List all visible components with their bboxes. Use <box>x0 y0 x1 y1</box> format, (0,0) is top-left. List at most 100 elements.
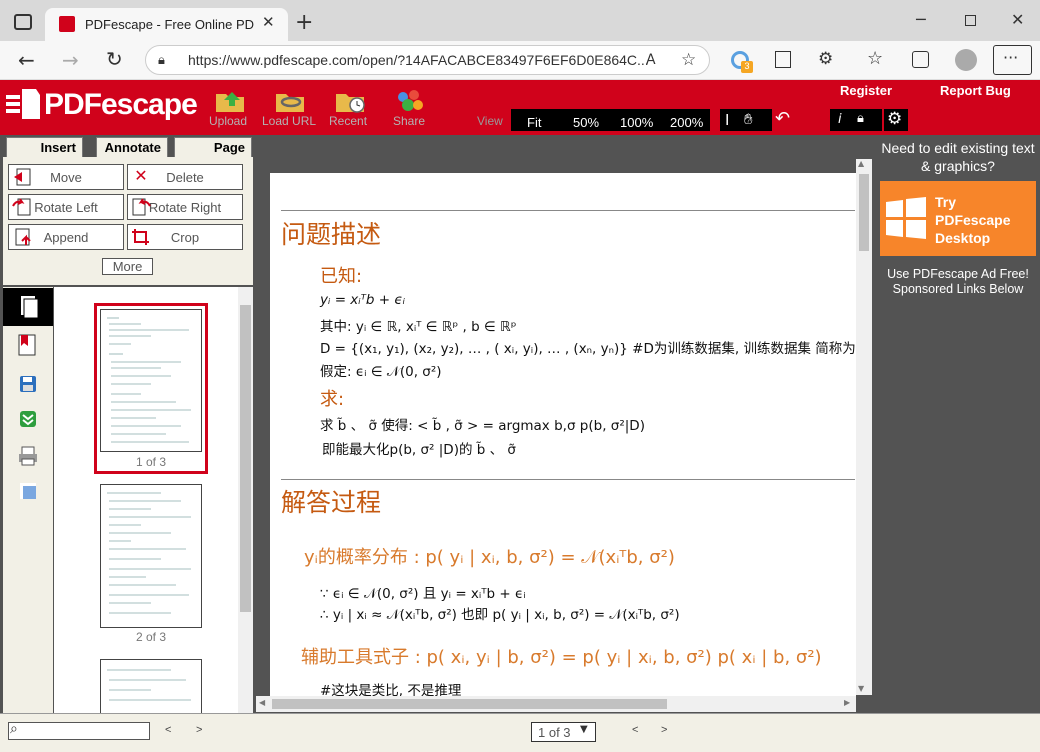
heading-seek: 求: <box>320 389 345 410</box>
search-icon: ⌕ <box>10 721 18 737</box>
recent-icon[interactable] <box>334 88 368 114</box>
equation-1: yᵢ = xᵢᵀb + ϵᵢ <box>320 292 406 308</box>
scroll-up-icon[interactable]: ▲ <box>858 159 864 168</box>
try-desktop-button[interactable]: Try PDFescape Desktop <box>880 181 1036 256</box>
back-icon[interactable]: ← <box>18 48 35 72</box>
settings-gear-icon[interactable]: ⚙ <box>887 109 902 129</box>
hand-icon[interactable]: ✋︎ <box>744 110 753 128</box>
prev-page-button[interactable]: < <box>632 724 638 736</box>
upload-label[interactable]: Upload <box>209 114 247 128</box>
equation-3: D = {(x₁, y₁), (x₂, y₂), … , ( xᵢ, yᵢ), … <box>320 341 856 357</box>
rotate-left-button[interactable]: Rotate Left <box>8 194 124 220</box>
equation-5: 求 b̃ 、 σ̃ 使得: < b̃ , σ̃ > = argmax b,σ p… <box>320 418 645 434</box>
next-result-button[interactable]: > <box>196 724 202 736</box>
equation-6: 即能最大化p(b, σ² |D)的 b̃ 、 σ̃ <box>322 442 516 458</box>
pdfescape-favicon <box>59 16 75 32</box>
pdf-document-icon[interactable] <box>18 334 38 361</box>
extension-badge: 3 <box>741 61 753 73</box>
more-icon: ··· <box>1003 48 1019 67</box>
equation-4: 假定: ϵᵢ ∈ 𝒩(0, σ²) <box>320 364 442 380</box>
divider <box>281 210 855 211</box>
page-select[interactable]: 1 of 3 ▼ <box>531 722 596 742</box>
rotate-left-icon <box>12 198 32 216</box>
profile-avatar[interactable] <box>955 49 977 71</box>
register-link[interactable]: Register <box>840 83 892 98</box>
app-logo[interactable]: PDFescape <box>44 88 198 122</box>
move-label: Move <box>50 170 82 185</box>
minimize-icon[interactable]: ─ <box>916 10 926 29</box>
zoom-50[interactable]: 50% <box>573 115 599 130</box>
append-label: Append <box>43 230 89 245</box>
refresh-icon[interactable]: ↻ <box>106 47 123 71</box>
recent-label[interactable]: Recent <box>329 114 367 128</box>
ad-free-note: Use PDFescape Ad Free! Sponsored Links B… <box>887 267 1029 296</box>
thumbnail-scrollbar-thumb[interactable] <box>240 305 251 612</box>
print-icon[interactable] <box>18 446 38 471</box>
subheading-distribution: yᵢ的概率分布 : p( yᵢ | xᵢ, b, σ²) = 𝒩(xᵢᵀb, σ… <box>304 547 675 568</box>
info-icon[interactable]: i <box>838 112 842 127</box>
close-tab-icon[interactable]: ✕ <box>262 13 275 31</box>
move-button[interactable]: Move <box>8 164 124 190</box>
horizontal-scrollbar-thumb[interactable] <box>272 699 667 709</box>
delete-icon: ✕ <box>134 168 148 185</box>
text-cursor-icon[interactable]: I <box>725 111 729 129</box>
heading-problem: 问题描述 <box>281 220 382 249</box>
forward-icon[interactable]: → <box>62 48 79 72</box>
view-label: View <box>477 114 503 128</box>
lock-icon[interactable]: 🔒︎ <box>158 53 165 68</box>
pdf-page[interactable]: 问题描述 已知: yᵢ = xᵢᵀb + ϵᵢ 其中: yᵢ ∈ ℝ, xᵢᵀ … <box>270 173 856 696</box>
zoom-100[interactable]: 100% <box>620 115 653 130</box>
load-url-icon[interactable] <box>274 88 308 114</box>
crop-icon <box>131 228 151 246</box>
page-thumbnail-2[interactable] <box>100 484 202 628</box>
zoom-fit[interactable]: Fit <box>527 115 541 130</box>
rotate-right-button[interactable]: Rotate Right <box>127 194 243 220</box>
load-url-label[interactable]: Load URL <box>262 114 316 128</box>
subheading-helper: 辅助工具式子 : p( xᵢ, yᵢ | b, σ²) = p( yᵢ | xᵢ… <box>301 647 822 668</box>
favorites-icon[interactable]: ☆ <box>867 48 883 69</box>
search-input[interactable] <box>8 722 150 740</box>
prev-result-button[interactable]: < <box>165 724 171 736</box>
page-thumbnail-3[interactable] <box>100 659 202 713</box>
next-page-button[interactable]: > <box>661 724 667 736</box>
thumbnail-label-2: 2 of 3 <box>135 630 167 644</box>
lock-doc-icon[interactable]: 🔒︎ <box>857 111 864 126</box>
share-label[interactable]: Share <box>393 114 425 128</box>
tab-actions-icon[interactable] <box>14 14 32 30</box>
tab-page[interactable]: Page <box>174 137 252 157</box>
reading-view-icon[interactable] <box>775 51 791 68</box>
tab-insert[interactable]: Insert <box>6 137 83 157</box>
vertical-scrollbar-thumb[interactable] <box>859 174 869 251</box>
crop-button[interactable]: Crop <box>127 224 243 250</box>
delete-button[interactable]: ✕ Delete <box>127 164 243 190</box>
delete-label: Delete <box>166 170 204 185</box>
favorite-add-icon[interactable]: ☆ <box>681 50 696 70</box>
tab-title: PDFescape - Free Online PDF Edi <box>85 17 255 32</box>
maximize-icon[interactable] <box>965 15 976 26</box>
scroll-left-icon[interactable]: ◀ <box>259 698 265 707</box>
save-icon[interactable] <box>19 375 37 398</box>
scroll-down-icon[interactable]: ▼ <box>858 684 864 693</box>
extensions-puzzle-icon[interactable]: ⚙ <box>818 49 833 69</box>
report-bug-link[interactable]: Report Bug <box>940 83 1011 98</box>
page-thumbnail-1[interactable] <box>100 309 202 452</box>
share-icon[interactable] <box>394 88 428 114</box>
equation-2: 其中: yᵢ ∈ ℝ, xᵢᵀ ∈ ℝᵖ , b ∈ ℝᵖ <box>320 319 517 335</box>
collections-icon[interactable] <box>912 51 929 68</box>
zoom-200[interactable]: 200% <box>670 115 703 130</box>
layout-icon[interactable] <box>20 483 36 504</box>
new-tab-icon[interactable]: + <box>295 10 313 35</box>
tab-annotate[interactable]: Annotate <box>96 137 168 157</box>
more-button[interactable]: More <box>102 258 153 275</box>
upload-icon[interactable] <box>214 88 248 114</box>
scroll-right-icon[interactable]: ▶ <box>844 698 850 707</box>
close-window-icon[interactable]: ✕ <box>1011 10 1024 29</box>
download-icon[interactable] <box>19 410 37 433</box>
append-button[interactable]: Append <box>8 224 124 250</box>
pages-view-icon[interactable] <box>3 288 53 326</box>
bottom-bar <box>0 713 1040 752</box>
url-text[interactable]: https://www.pdfescape.com/open/?14AFACAB… <box>188 52 649 68</box>
read-aloud-icon[interactable]: A <box>646 52 656 68</box>
chevron-down-icon: ▼ <box>580 724 588 735</box>
undo-icon[interactable]: ↶ <box>775 108 790 129</box>
